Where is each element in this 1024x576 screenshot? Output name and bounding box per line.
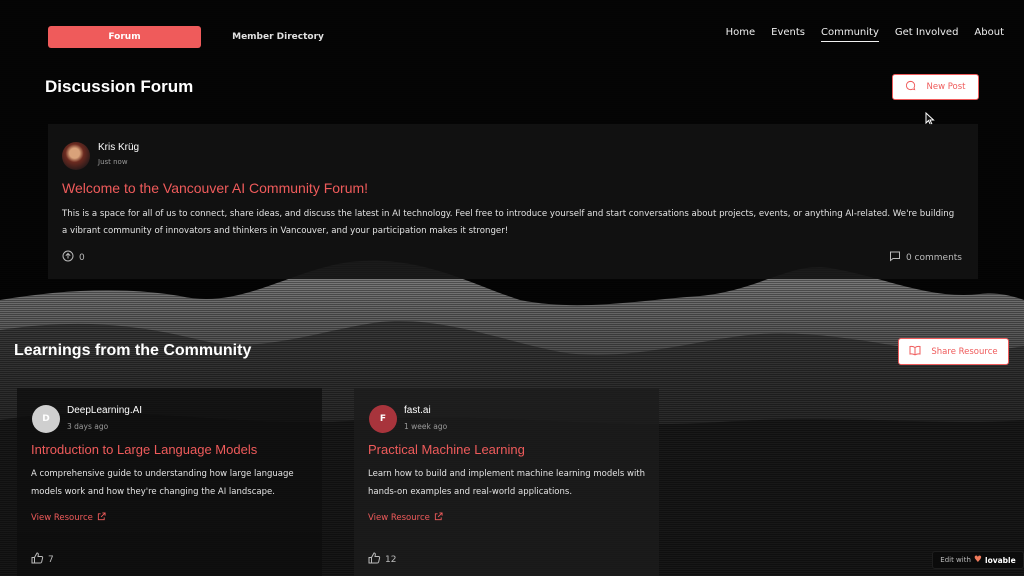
upvote-button[interactable]: 0 xyxy=(62,250,85,265)
resource-card[interactable]: D DeepLearning.AI 3 days ago Introductio… xyxy=(17,388,322,576)
badge-brand: lovable xyxy=(985,555,1016,565)
tab-forum[interactable]: Forum xyxy=(48,26,201,48)
learnings-heading: Learnings from the Community xyxy=(14,342,252,359)
source-avatar: F xyxy=(369,405,397,433)
post-title[interactable]: Welcome to the Vancouver AI Community Fo… xyxy=(62,180,368,196)
view-resource-link[interactable]: View Resource xyxy=(368,512,443,524)
like-button[interactable]: 12 xyxy=(368,552,396,567)
resource-card[interactable]: F fast.ai 1 week ago Practical Machine L… xyxy=(354,388,659,576)
view-resource-label: View Resource xyxy=(368,513,430,523)
post-body: This is a space for all of us to connect… xyxy=(62,209,955,236)
author-avatar xyxy=(62,142,90,170)
external-link-icon xyxy=(434,512,443,524)
book-open-icon xyxy=(909,345,921,359)
arrow-up-circle-icon xyxy=(62,250,74,265)
post-author: Kris Krüg xyxy=(98,142,140,153)
nav-about[interactable]: About xyxy=(974,27,1004,42)
comment-icon xyxy=(889,250,901,265)
resource-title[interactable]: Practical Machine Learning xyxy=(368,442,525,457)
like-button[interactable]: 7 xyxy=(31,552,54,567)
view-resource-link[interactable]: View Resource xyxy=(31,512,106,524)
forum-heading: Discussion Forum xyxy=(45,77,194,96)
nav-events[interactable]: Events xyxy=(771,27,805,42)
external-link-icon xyxy=(97,512,106,524)
new-post-button[interactable]: New Post xyxy=(892,74,979,100)
edit-with-lovable-badge[interactable]: Edit with ♥ lovable xyxy=(932,551,1024,569)
nav-home[interactable]: Home xyxy=(726,27,756,42)
resource-description: A comprehensive guide to understanding h… xyxy=(31,469,294,497)
nav-community[interactable]: Community xyxy=(821,27,879,42)
resource-description: Learn how to build and implement machine… xyxy=(368,469,646,497)
thumbs-up-icon xyxy=(31,552,44,567)
post-timestamp: Just now xyxy=(98,158,128,166)
resource-source: fast.ai xyxy=(404,405,431,416)
view-resource-label: View Resource xyxy=(31,513,93,523)
resource-source: DeepLearning.AI xyxy=(67,405,143,416)
main-nav: Home Events Community Get Involved About xyxy=(726,27,1004,42)
like-count: 7 xyxy=(48,554,54,565)
comment-count: 0 comments xyxy=(905,252,962,263)
vote-count: 0 xyxy=(79,252,85,263)
nav-get-involved[interactable]: Get Involved xyxy=(895,27,959,42)
source-avatar: D xyxy=(32,405,60,433)
comments-button[interactable]: 0 comments xyxy=(889,250,962,265)
heart-icon: ♥ xyxy=(973,555,982,565)
thumbs-up-icon xyxy=(368,552,381,567)
resource-timestamp: 3 days ago xyxy=(67,422,109,431)
share-resource-label: Share Resource xyxy=(931,346,998,357)
resource-title[interactable]: Introduction to Large Language Models xyxy=(31,442,257,457)
chat-bubble-icon xyxy=(905,80,916,94)
forum-post[interactable]: Kris Krüg Just now Welcome to the Vancou… xyxy=(48,124,978,279)
like-count: 12 xyxy=(385,554,397,565)
tab-member-directory[interactable]: Member Directory xyxy=(226,26,330,48)
badge-prefix: Edit with xyxy=(940,556,971,564)
share-resource-button[interactable]: Share Resource xyxy=(898,338,1009,365)
new-post-label: New Post xyxy=(926,82,966,92)
resource-timestamp: 1 week ago xyxy=(404,422,448,431)
